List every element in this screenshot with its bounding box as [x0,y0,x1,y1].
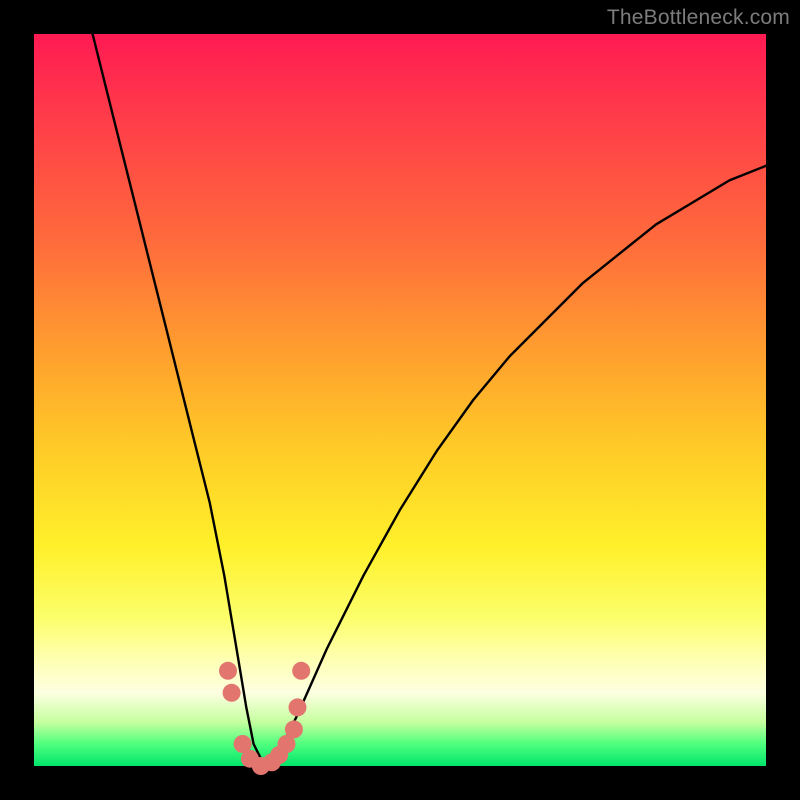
bottleneck-curve [93,34,766,766]
watermark-text: TheBottleneck.com [607,6,790,30]
data-point-marker [223,684,241,702]
data-point-marker [292,662,310,680]
curve-layer [34,34,766,766]
data-point-marker [219,662,237,680]
plot-area [34,34,766,766]
chart-frame: TheBottleneck.com [0,0,800,800]
data-point-marker [289,698,307,716]
data-point-marker [285,720,303,738]
